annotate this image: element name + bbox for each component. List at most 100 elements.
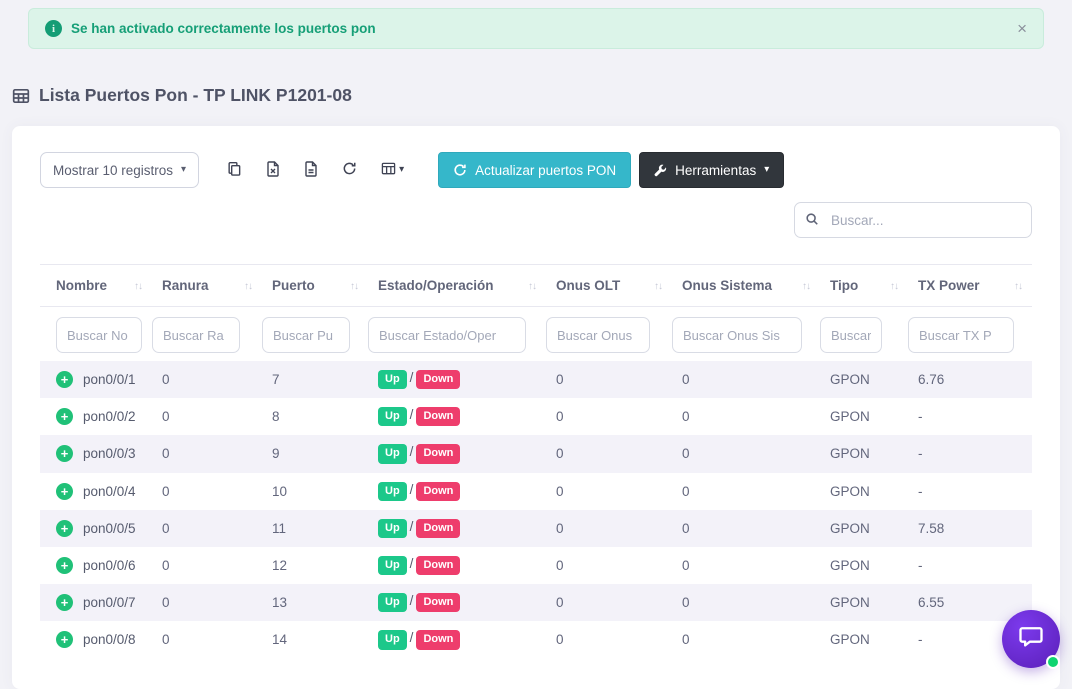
column-header-nombre[interactable]: ↑↓Nombre	[40, 265, 152, 307]
tipo-value: GPON	[830, 558, 870, 573]
ranura-value: 0	[162, 632, 170, 647]
table-header-row: ↑↓Nombre↑↓Ranura↑↓Puerto↑↓Estado/Operaci…	[40, 265, 1032, 307]
sort-icon[interactable]: ↑↓	[528, 281, 536, 292]
column-header-estado[interactable]: ↑↓Estado/Operación	[368, 265, 546, 307]
table-row: +pon0/0/6012Up/Down00GPON-	[40, 547, 1032, 584]
tools-dropdown-button[interactable]: Herramientas ▾	[639, 152, 784, 188]
records-label: Mostrar 10 registros	[53, 163, 173, 178]
status-down-badge[interactable]: Down	[416, 482, 460, 501]
refresh-button[interactable]	[336, 155, 363, 185]
port-name[interactable]: pon0/0/5	[83, 521, 136, 536]
search-box	[794, 202, 1032, 238]
ranura-value: 0	[162, 558, 170, 573]
table-row: +pon0/0/7013Up/Down00GPON6.55	[40, 584, 1032, 621]
close-icon[interactable]: ×	[1017, 20, 1027, 37]
expand-row-icon[interactable]: +	[56, 631, 73, 648]
expand-row-icon[interactable]: +	[56, 594, 73, 611]
filter-input-onus_sistema[interactable]	[672, 317, 802, 353]
chevron-down-icon: ▾	[764, 165, 769, 175]
port-name[interactable]: pon0/0/8	[83, 632, 136, 647]
tools-button-label: Herramientas	[675, 163, 756, 178]
sort-icon[interactable]: ↑↓	[802, 281, 810, 292]
status-up-badge[interactable]: Up	[378, 556, 407, 575]
column-header-puerto[interactable]: ↑↓Puerto	[262, 265, 368, 307]
search-icon	[805, 212, 819, 231]
onus-olt-value: 0	[556, 372, 564, 387]
column-header-ranura[interactable]: ↑↓Ranura	[152, 265, 262, 307]
status-up-badge[interactable]: Up	[378, 630, 407, 649]
copy-button[interactable]	[221, 155, 248, 186]
status-up-badge[interactable]: Up	[378, 444, 407, 463]
onus-olt-value: 0	[556, 595, 564, 610]
status-up-badge[interactable]: Up	[378, 370, 407, 389]
port-name[interactable]: pon0/0/6	[83, 558, 136, 573]
filter-input-estado[interactable]	[368, 317, 526, 353]
status-down-badge[interactable]: Down	[416, 630, 460, 649]
update-pon-ports-button[interactable]: Actualizar puertos PON	[438, 152, 631, 188]
ranura-value: 0	[162, 484, 170, 499]
chat-bubble-icon	[1017, 623, 1045, 656]
status-up-badge[interactable]: Up	[378, 482, 407, 501]
status-down-badge[interactable]: Down	[416, 593, 460, 612]
filter-input-onus_olt[interactable]	[546, 317, 650, 353]
expand-row-icon[interactable]: +	[56, 408, 73, 425]
status-up-badge[interactable]: Up	[378, 593, 407, 612]
onus-sistema-value: 0	[682, 595, 690, 610]
onus-sistema-value: 0	[682, 372, 690, 387]
port-name[interactable]: pon0/0/7	[83, 595, 136, 610]
status-down-badge[interactable]: Down	[416, 370, 460, 389]
column-header-tipo[interactable]: ↑↓Tipo	[820, 265, 908, 307]
column-label: Onus OLT	[556, 278, 620, 293]
column-header-onus_sistema[interactable]: ↑↓Onus Sistema	[672, 265, 820, 307]
column-label: TX Power	[918, 278, 980, 293]
status-down-badge[interactable]: Down	[416, 519, 460, 538]
onus-olt-value: 0	[556, 521, 564, 536]
status-down-badge[interactable]: Down	[416, 556, 460, 575]
refresh-icon	[342, 161, 357, 179]
column-visibility-button[interactable]: ▾	[375, 155, 410, 185]
records-per-page-dropdown[interactable]: Mostrar 10 registros ▾	[40, 152, 199, 188]
table-row: +pon0/0/8014Up/Down00GPON-	[40, 621, 1032, 658]
status-separator: /	[410, 593, 414, 608]
sort-icon[interactable]: ↑↓	[654, 281, 662, 292]
port-name[interactable]: pon0/0/2	[83, 409, 136, 424]
sort-icon[interactable]: ↑↓	[890, 281, 898, 292]
column-header-onus_olt[interactable]: ↑↓ Onus OLT	[546, 265, 672, 307]
filter-input-ranura[interactable]	[152, 317, 240, 353]
sort-icon[interactable]: ↑↓	[350, 281, 358, 292]
expand-row-icon[interactable]: +	[56, 520, 73, 537]
export-file-button[interactable]	[298, 155, 324, 186]
search-input[interactable]	[794, 202, 1032, 238]
onus-sistema-value: 0	[682, 484, 690, 499]
status-separator: /	[410, 370, 414, 385]
puerto-value: 9	[272, 446, 280, 461]
column-header-tx_power[interactable]: ↑↓ TX Power	[908, 265, 1032, 307]
export-excel-button[interactable]	[260, 155, 286, 186]
onus-sistema-value: 0	[682, 521, 690, 536]
filter-input-tx_power[interactable]	[908, 317, 1014, 353]
sort-icon[interactable]: ↑↓	[244, 281, 252, 292]
status-down-badge[interactable]: Down	[416, 444, 460, 463]
page: i Se han activado correctamente los puer…	[0, 8, 1072, 689]
expand-row-icon[interactable]: +	[56, 371, 73, 388]
filter-input-puerto[interactable]	[262, 317, 350, 353]
file-icon	[304, 161, 318, 180]
status-up-badge[interactable]: Up	[378, 407, 407, 426]
port-name[interactable]: pon0/0/4	[83, 484, 136, 499]
expand-row-icon[interactable]: +	[56, 557, 73, 574]
status-down-badge[interactable]: Down	[416, 407, 460, 426]
sort-icon[interactable]: ↑↓	[134, 281, 142, 292]
port-name[interactable]: pon0/0/1	[83, 372, 136, 387]
tx-power-value: 7.58	[918, 521, 944, 536]
tx-power-value: -	[918, 632, 923, 647]
sort-icon[interactable]: ↑↓	[1014, 281, 1022, 292]
port-name[interactable]: pon0/0/3	[83, 446, 136, 461]
table-row: +pon0/0/107Up/Down00GPON6.76	[40, 361, 1032, 398]
filter-input-nombre[interactable]	[56, 317, 142, 353]
expand-row-icon[interactable]: +	[56, 483, 73, 500]
chat-widget-button[interactable]	[1002, 610, 1060, 668]
filter-input-tipo[interactable]	[820, 317, 882, 353]
tx-power-value: -	[918, 558, 923, 573]
status-up-badge[interactable]: Up	[378, 519, 407, 538]
expand-row-icon[interactable]: +	[56, 445, 73, 462]
